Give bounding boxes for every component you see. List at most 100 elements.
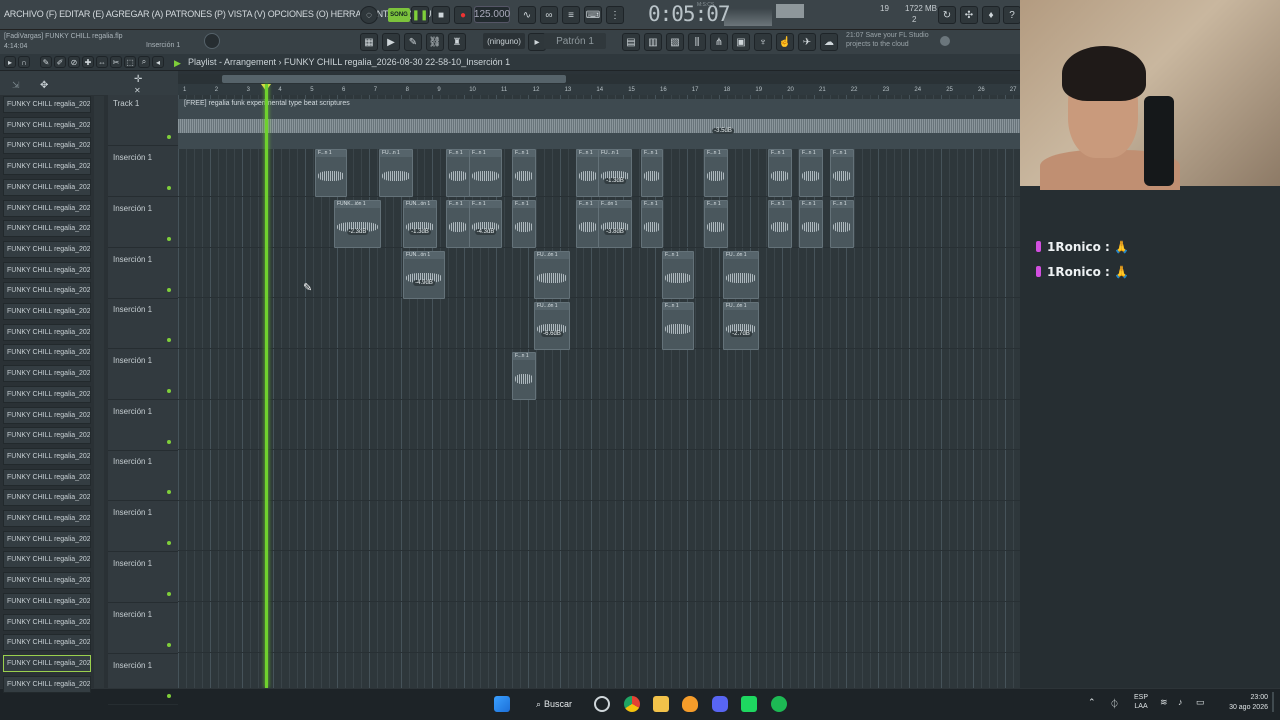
track-active-led[interactable] (167, 592, 171, 596)
track-active-led[interactable] (167, 643, 171, 647)
track-active-led[interactable] (167, 186, 171, 190)
play-button[interactable]: ❚❚ (411, 6, 429, 24)
audio-clip[interactable]: F...n 1 (315, 149, 347, 197)
windows-start-icon[interactable] (494, 696, 510, 712)
track-header[interactable]: Inserción 1 (108, 603, 178, 654)
mic-icon[interactable]: ♦ (982, 6, 1000, 24)
browser-item[interactable]: FUNKY CHILL regalia_202... (3, 592, 91, 610)
cloud-icon[interactable]: ☁ (820, 33, 838, 51)
audio-clip[interactable]: F...n 1 (799, 200, 823, 248)
audio-clip[interactable]: F...n 1 (704, 200, 728, 248)
browser-icon[interactable]: ▣ (732, 33, 750, 51)
track-header[interactable]: Track 1 (108, 95, 178, 146)
browser-move-icon[interactable]: ✥ (40, 80, 48, 91)
audio-clip[interactable]: F...n 1 (576, 200, 600, 248)
brush-icon[interactable]: ✎ (404, 33, 422, 51)
browser-item[interactable]: FUNKY CHILL regalia_202... (3, 96, 91, 113)
plugin-icon[interactable]: ✣ (960, 6, 978, 24)
stamp-icon[interactable]: ♜ (448, 33, 466, 51)
chrome-icon[interactable] (624, 696, 640, 712)
audio-clip[interactable]: FU...n 1 -1.3dB (598, 149, 632, 197)
track-header[interactable]: Inserción 1 (108, 248, 178, 299)
audio-clip[interactable]: F...n 1 (799, 149, 823, 197)
audio-clip[interactable]: F...n 1 (641, 149, 663, 197)
magnet-icon[interactable]: ∩ (18, 56, 30, 68)
track-header[interactable]: Inserción 1 (108, 197, 178, 248)
browser-item[interactable]: FUNKY CHILL regalia_202... (3, 406, 91, 424)
browser-item[interactable]: FUNKY CHILL regalia_202... (3, 489, 91, 507)
browser-item[interactable]: FUNKY CHILL regalia_202... (3, 178, 91, 196)
playlist-icon[interactable]: ▤ (622, 33, 640, 51)
audio-clip[interactable]: FUNK...ión 1 -2.3dB (334, 200, 381, 248)
track-active-led[interactable] (167, 237, 171, 241)
audio-clip[interactable]: F...n 1 (768, 149, 792, 197)
audio-clip[interactable]: F...n 1 (641, 200, 663, 248)
audio-clip[interactable]: F...n 1 (830, 200, 854, 248)
edison-icon[interactable]: ✈ (798, 33, 816, 51)
menu-arrow-icon[interactable]: ▸ (4, 56, 16, 68)
select-tool-icon[interactable]: ⬚ (124, 56, 136, 68)
playback-tool-icon[interactable]: ◂ (152, 56, 164, 68)
browser-item[interactable]: FUNKY CHILL regalia_202... (3, 468, 91, 486)
pattern-selector[interactable]: Patrón 1 (544, 33, 606, 49)
browser-item[interactable]: FUNKY CHILL regalia_202... (3, 344, 91, 362)
audio-clip[interactable]: F...n 1 (662, 251, 694, 299)
obs-icon[interactable] (594, 696, 610, 712)
browser-item[interactable]: FUNKY CHILL regalia_202... (3, 572, 91, 590)
track-active-led[interactable] (167, 288, 171, 292)
browser-scrollbar[interactable] (94, 96, 104, 688)
taskbar-search[interactable]: ⌕ Buscar (532, 694, 576, 714)
playhead[interactable] (265, 84, 268, 688)
browser-item[interactable]: FUNKY CHILL regalia_202... (3, 613, 91, 631)
touch-icon[interactable]: ☝ (776, 33, 794, 51)
audio-clip[interactable]: FU...n 1 (379, 149, 413, 197)
battery-icon[interactable]: ▭ (1196, 697, 1205, 708)
browser-item[interactable]: FUNKY CHILL regalia_202... (3, 365, 91, 383)
record-button[interactable]: ● (454, 6, 472, 24)
stop-button[interactable]: ■ (432, 6, 450, 24)
channel-rack-icon[interactable]: ▧ (666, 33, 684, 51)
paint-tool-icon[interactable]: ✐ (54, 56, 66, 68)
browser-item[interactable]: FUNKY CHILL regalia_202... (3, 427, 91, 445)
delete-tool-icon[interactable]: ⊘ (68, 56, 80, 68)
audio-clip[interactable]: FUN...ón 1 -4.9dB (403, 251, 445, 299)
audio-clip[interactable]: F...n 1 (576, 149, 600, 197)
hint-close-icon[interactable] (940, 36, 950, 46)
audio-clip[interactable]: FU...ón 1 (534, 251, 570, 299)
browser-item[interactable]: FUNKY CHILL regalia_202... (3, 303, 91, 320)
audio-clip[interactable]: FU...ón 1 -2.7dB (723, 302, 759, 350)
file-explorer-icon[interactable] (653, 696, 669, 712)
browser-item[interactable]: FUNKY CHILL regalia_202... (3, 447, 91, 465)
audio-clip[interactable]: F...n 1 (512, 200, 536, 248)
refresh-icon[interactable]: ↻ (938, 6, 956, 24)
zoom-tool-icon[interactable]: ⌕ (138, 56, 150, 68)
browser-item[interactable]: FUNKY CHILL regalia_202... (3, 634, 91, 652)
audio-clip[interactable]: F...ón 1 -3.8dB (598, 200, 632, 248)
wave-icon[interactable]: ∿ (518, 6, 536, 24)
draw-tool-icon[interactable]: ✎ (40, 56, 52, 68)
scrollbar-thumb[interactable] (222, 75, 566, 83)
crosshair-icon[interactable]: ✛ (134, 74, 142, 85)
tray-mic-icon[interactable]: ⏀ (1110, 697, 1119, 710)
fl-studio-icon[interactable] (682, 696, 698, 712)
audio-clip[interactable]: F...n 1 (446, 149, 470, 197)
channel-icon[interactable]: ⋔ (710, 33, 728, 51)
piano-icon[interactable]: ▦ (360, 33, 378, 51)
track-header[interactable]: Inserción 1 (108, 349, 178, 400)
clock[interactable]: 23:00 30 ago 2026 (1220, 693, 1268, 713)
audio-clip[interactable]: F...n 1 (662, 302, 694, 350)
browser-item[interactable]: FUNKY CHILL regalia_202... (3, 199, 91, 217)
audio-clip[interactable]: FUN...ón 1 -1.3dB (403, 200, 437, 248)
tempo-display[interactable]: 125.000 (474, 6, 510, 23)
browser-item[interactable]: FUNKY CHILL regalia_202... (3, 240, 91, 258)
mixer-icon[interactable]: ⫼ (688, 33, 706, 51)
song-mode-toggle[interactable]: SONG (388, 8, 410, 22)
audio-clip[interactable]: F...n 1 (512, 149, 536, 197)
track-active-led[interactable] (167, 694, 171, 698)
audio-clip[interactable]: F...n 1 (704, 149, 728, 197)
metronome-icon[interactable]: ◌ (360, 6, 378, 24)
pattern-none-select[interactable]: (ninguno) (483, 33, 525, 49)
track-header[interactable]: Inserción 1 (108, 501, 178, 552)
browser-item[interactable]: FUNKY CHILL regalia_202... (3, 385, 91, 403)
audio-clip[interactable]: F...n 1 -4.3dB (469, 200, 502, 248)
